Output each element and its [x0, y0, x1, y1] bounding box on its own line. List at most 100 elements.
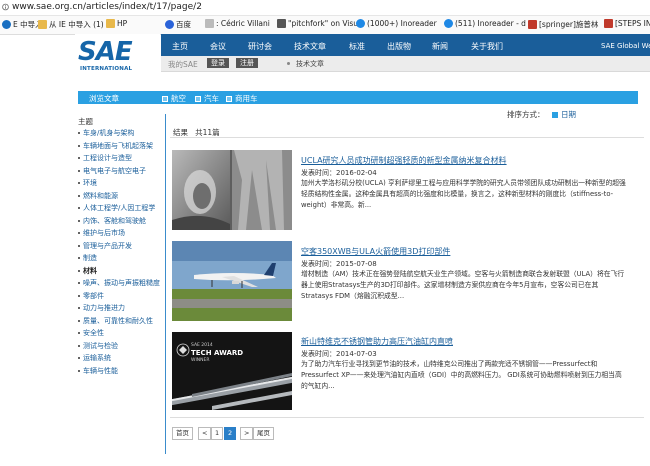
page-icon	[277, 19, 286, 28]
info-icon[interactable]	[2, 3, 9, 11]
bookmark-inoreader-1[interactable]: (1000+) Inoreader	[356, 19, 437, 28]
bullet-icon	[78, 207, 80, 209]
browse-title: 浏览文章	[89, 94, 119, 103]
bullet-icon	[78, 319, 80, 322]
bullet-icon	[78, 144, 80, 147]
inoreader-icon	[444, 19, 453, 28]
folder-icon	[106, 19, 115, 28]
topic-link[interactable]: 测试与检验	[78, 341, 118, 351]
pagination-last[interactable]: 尾页	[253, 427, 274, 440]
url-text[interactable]: www.sae.org.cn/articles/index/t/17/page/…	[12, 2, 202, 12]
topic-link[interactable]: 燃料和能源	[78, 191, 118, 201]
bookmark-villani[interactable]: : Cédric Villani	[205, 19, 270, 28]
bookmark-pitchfork[interactable]: "pitchfork" on Visu	[277, 19, 358, 28]
sort-by-date[interactable]: 日期	[552, 109, 576, 120]
baidu-icon	[165, 20, 174, 29]
topic-link[interactable]: 制造	[78, 253, 97, 263]
pagination-first[interactable]: 首页	[172, 427, 193, 440]
nav-home[interactable]: 主页	[172, 41, 188, 52]
checkbox-icon[interactable]	[226, 95, 232, 102]
bullet-icon	[78, 194, 80, 197]
topic-link[interactable]: 内饰、客舱和驾驶舱	[78, 216, 146, 226]
checkbox-icon[interactable]	[162, 95, 168, 102]
pagination-page-2[interactable]: 2	[224, 427, 237, 440]
sae-global-link[interactable]: SAE Global We	[601, 42, 650, 50]
bullet-icon	[78, 219, 80, 222]
bookmark-folder-ie[interactable]: 从 IE 中导入 (1)	[38, 19, 104, 30]
award-badge-winner: WINNER	[191, 358, 210, 363]
article-summary: 增材制造（AM）技术正在强势登陆航空航天业生产领域。空客与火箭制造商联合发射联盟…	[301, 270, 625, 300]
topic-link[interactable]: 材料	[78, 266, 97, 276]
browse-category-automotive[interactable]: 汽车	[195, 93, 219, 104]
bookmark-folder-hp[interactable]: HP	[106, 19, 127, 28]
topic-link[interactable]: 零部件	[78, 291, 104, 301]
nav-technical-articles[interactable]: 技术文章	[294, 41, 326, 52]
sub-nav-technical-articles[interactable]: 技术文章	[296, 59, 324, 69]
bullet-icon	[78, 157, 80, 159]
bookmark-ie-import[interactable]: E 中导入	[2, 19, 43, 30]
bullet-icon	[78, 282, 80, 284]
nav-seminars[interactable]: 研讨会	[248, 41, 272, 52]
bullet-icon	[78, 132, 80, 134]
bookmark-baidu[interactable]: 百度	[165, 19, 191, 30]
nav-about[interactable]: 关于我们	[471, 41, 503, 52]
topic-link[interactable]: 车辆地面与飞机起落架	[78, 141, 153, 151]
article-date: 发表时间：2015-07-08	[301, 260, 377, 268]
sort-label: 排序方式：	[507, 110, 545, 119]
topic-link[interactable]: 车辆与性能	[78, 366, 118, 376]
article-title[interactable]: UCLA研究人员成功研制超强轻质的新型金属纳米复合材料	[301, 155, 507, 166]
nav-conferences[interactable]: 会议	[210, 41, 226, 52]
topics-heading: 主题	[78, 117, 93, 126]
pagination-next[interactable]: >	[240, 427, 254, 440]
register-button[interactable]: 注册	[236, 58, 258, 68]
topic-link[interactable]: 噪声、振动与声振粗糙度	[78, 278, 160, 288]
bookmark-springer[interactable]: [springer]施普林	[528, 19, 598, 30]
topic-link[interactable]: 电气电子与航空电子	[78, 166, 146, 176]
bullet-icon	[78, 332, 80, 334]
nav-news[interactable]: 新闻	[432, 41, 448, 52]
pagination-prev[interactable]: <	[198, 427, 212, 440]
browse-category-aerospace[interactable]: 航空	[162, 93, 186, 104]
steps-icon	[604, 19, 613, 28]
checkbox-icon[interactable]	[195, 95, 201, 102]
bullet-icon	[78, 182, 80, 184]
nav-publications[interactable]: 出版物	[387, 41, 411, 52]
login-button[interactable]: 登录	[207, 58, 229, 68]
bullet-icon	[78, 169, 80, 172]
topic-link[interactable]: 环境	[78, 178, 97, 188]
bookmark-inoreader-2[interactable]: (511) Inoreader - d	[444, 19, 526, 28]
nav-standards[interactable]: 标准	[349, 41, 365, 52]
sae-logo[interactable]: SAE	[78, 37, 133, 67]
topic-link[interactable]: 运输系统	[78, 353, 111, 363]
page-icon	[205, 19, 214, 28]
my-sae-link[interactable]: 我的SAE	[168, 59, 198, 70]
bullet-icon	[78, 294, 80, 297]
article-image-airplane[interactable]	[172, 241, 292, 321]
article-summary: 加州大学洛杉矶分校(UCLA) 亨利萨缪里工程与应用科学学院的研究人员带领团队成…	[301, 179, 626, 209]
award-badge-year: SAE 2014	[191, 343, 213, 348]
topic-link[interactable]: 车身/机身与架构	[78, 128, 134, 138]
topic-link[interactable]: 管理与产品开发	[78, 241, 132, 251]
topic-link[interactable]: 动力与推进力	[78, 303, 125, 313]
article-summary: 为了助力汽车行业寻找到更节油的技术，山特维克公司推出了两款完适不锈钢管——Pre…	[301, 360, 622, 390]
article-title[interactable]: 空客350XWB与ULA火箭使用3D打印部件	[301, 246, 450, 257]
inoreader-icon	[356, 19, 365, 28]
article-image-steel-tubes[interactable]: SAE 2014 TECH AWARD WINNER	[172, 332, 292, 410]
topic-link[interactable]: 工程设计与造型	[78, 153, 132, 163]
bullet-icon	[78, 257, 80, 259]
article-title[interactable]: 新山特维克不锈钢管助力高压汽油缸内直喷	[301, 336, 453, 347]
bullet-icon	[78, 269, 80, 272]
award-badge-title: TECH AWARD	[191, 349, 244, 357]
topic-link[interactable]: 安全性	[78, 328, 104, 338]
bookmark-steps[interactable]: [STEPS IN	[604, 19, 650, 28]
topic-link[interactable]: 维护与后市场	[78, 228, 125, 238]
topic-link[interactable]: 人体工程学/人因工程学	[78, 203, 155, 213]
bullet-icon	[78, 344, 80, 347]
checkbox-icon[interactable]	[552, 111, 558, 118]
browse-category-commercial-vehicle[interactable]: 商用车	[226, 93, 258, 104]
pagination-page-1[interactable]: 1	[211, 427, 224, 440]
article-image-nanocomposite[interactable]	[172, 150, 292, 230]
folder-icon	[38, 20, 47, 29]
topic-link[interactable]: 质量、可靠性和耐久性	[78, 316, 153, 326]
sub-navigation	[161, 56, 650, 72]
